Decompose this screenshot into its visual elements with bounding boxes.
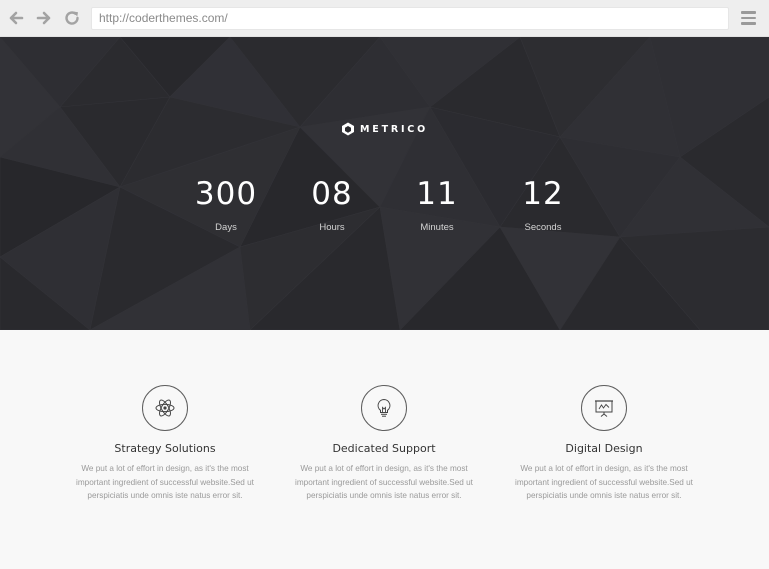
feature-description: We put a lot of effort in design, as it'… (76, 464, 254, 500)
reload-button[interactable] (63, 9, 81, 27)
countdown-hours: 08 Hours (272, 176, 392, 233)
countdown-label: Days (215, 222, 237, 233)
feature-icon-circle (142, 385, 188, 431)
countdown-label: Minutes (420, 222, 454, 233)
countdown-label: Seconds (524, 222, 562, 233)
countdown-minutes: 11 Minutes (377, 176, 497, 233)
feature-title: Digital Design (565, 442, 643, 455)
reload-icon (65, 11, 79, 25)
feature-title: Dedicated Support (332, 442, 436, 455)
countdown-value: 300 (194, 176, 258, 212)
hamburger-menu-icon[interactable] (741, 11, 756, 25)
cube-logo-icon (342, 122, 355, 136)
brand-name: METRICO (360, 123, 428, 135)
feature-icon-circle (361, 385, 407, 431)
back-button[interactable] (7, 9, 25, 27)
hero-section: METRICO 300 Days 08 Hours 11 Minutes 12 … (0, 37, 769, 330)
countdown-value: 12 (522, 176, 564, 212)
features-section: Strategy Solutions We put a lot of effor… (0, 330, 769, 569)
atom-icon (155, 399, 175, 417)
countdown-label: Hours (319, 222, 345, 233)
countdown-seconds: 12 Seconds (483, 176, 603, 233)
brand-logo[interactable]: METRICO (0, 122, 769, 136)
feature-description: We put a lot of effort in design, as it'… (515, 464, 693, 500)
lightbulb-icon (377, 398, 391, 417)
feature-support: Dedicated Support We put a lot of effort… (284, 385, 484, 503)
arrow-right-icon (36, 11, 51, 25)
feature-design: Digital Design We put a lot of effort in… (504, 385, 704, 503)
countdown-value: 08 (311, 176, 353, 212)
countdown-days: 300 Days (166, 176, 286, 233)
feature-title: Strategy Solutions (114, 442, 216, 455)
forward-button[interactable] (35, 9, 53, 27)
browser-toolbar: http://coderthemes.com/ (0, 0, 769, 37)
arrow-left-icon (9, 11, 24, 25)
countdown-value: 11 (416, 176, 458, 212)
presentation-board-icon (595, 400, 613, 417)
address-bar[interactable]: http://coderthemes.com/ (91, 7, 729, 30)
feature-icon-circle (581, 385, 627, 431)
feature-description: We put a lot of effort in design, as it'… (295, 464, 473, 500)
feature-strategy: Strategy Solutions We put a lot of effor… (65, 385, 265, 503)
